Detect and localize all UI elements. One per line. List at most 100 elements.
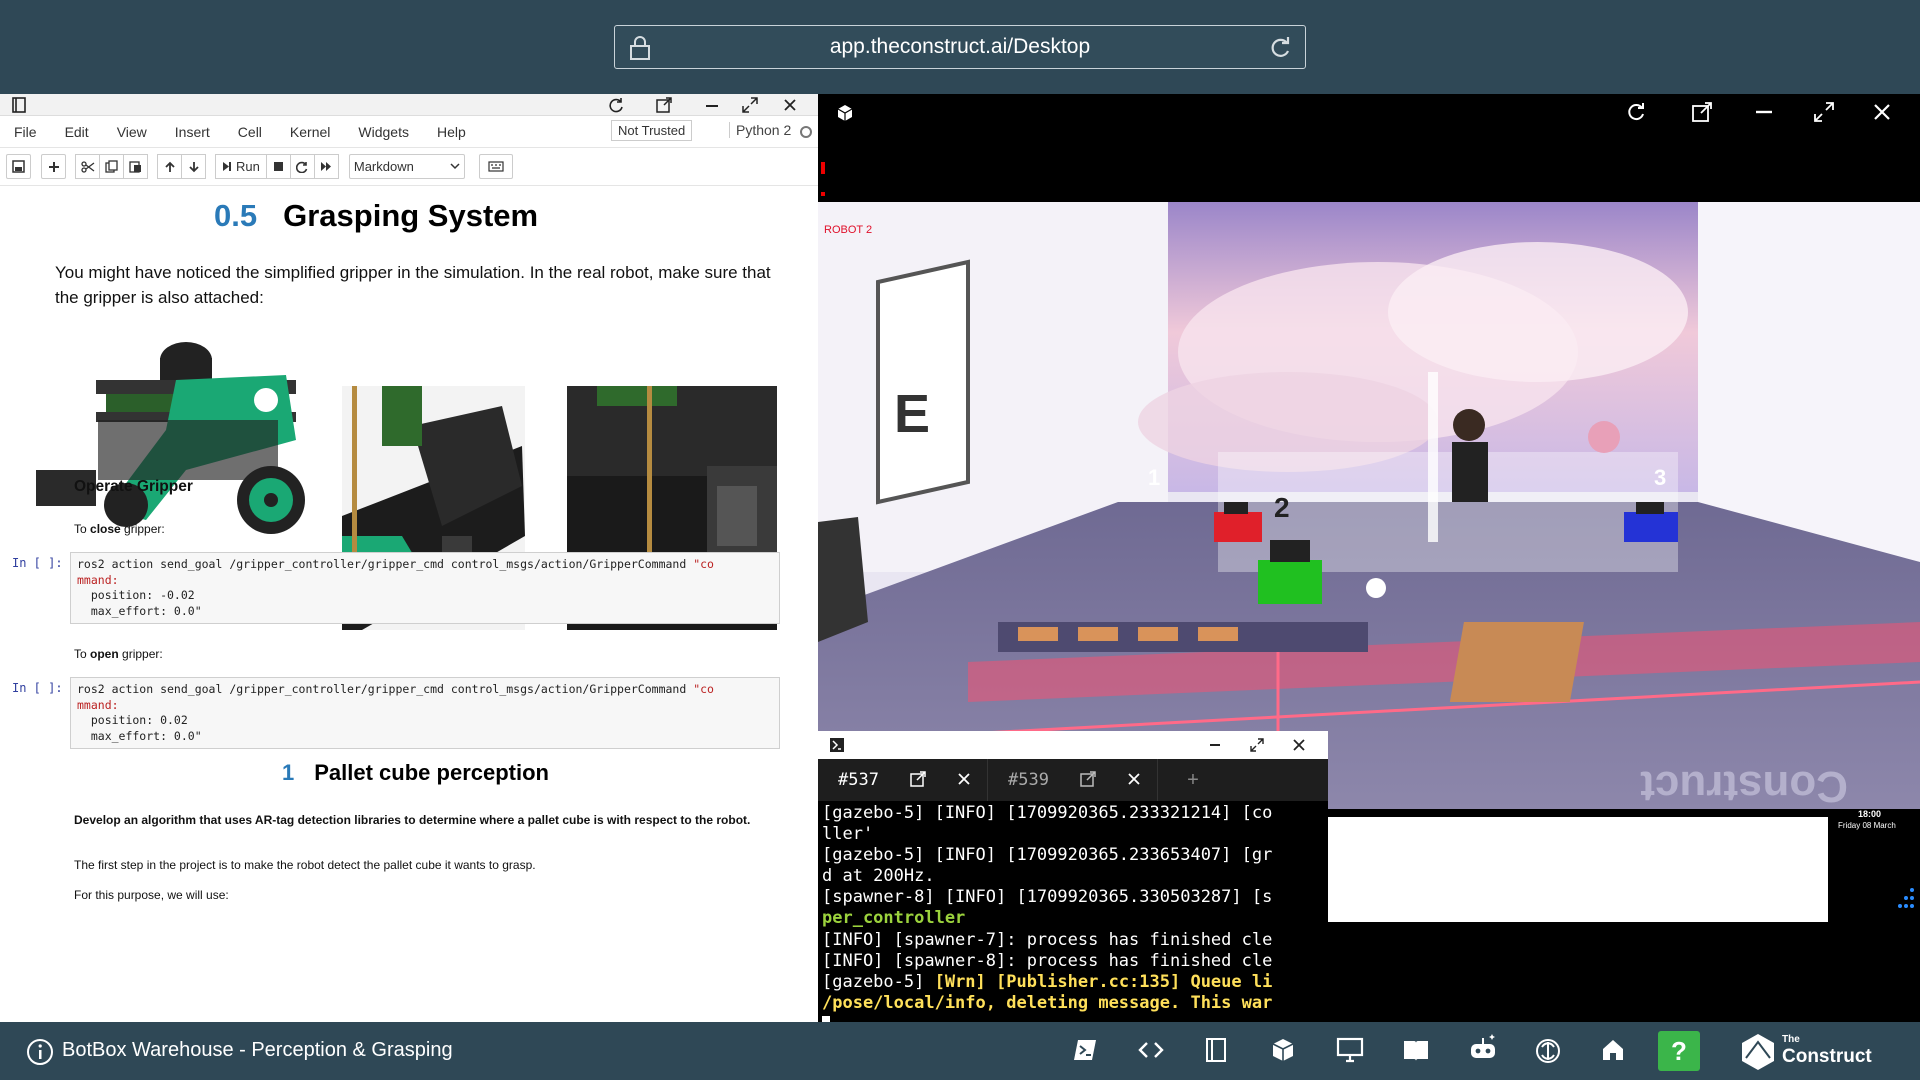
bottom-taskbar: BotBox Warehouse - Perception & Grasping… xyxy=(0,1022,1920,1080)
terminal-line: d at 200Hz. xyxy=(822,866,935,887)
brand-top-text: The xyxy=(1782,1034,1800,1045)
help-button[interactable]: ? xyxy=(1658,1031,1700,1071)
subsection-title: Pallet cube perception xyxy=(314,760,549,785)
terminal-window: #537 #539 + [gazebo-5] [INFO] [170992036… xyxy=(818,731,1328,1022)
close-icon[interactable] xyxy=(1872,102,1892,122)
kernel-status-icon xyxy=(800,126,812,138)
minimize-icon[interactable] xyxy=(1754,102,1774,122)
intro-paragraph: You might have noticed the simplified gr… xyxy=(55,263,771,307)
terminal-line: [gazebo-5] [INFO] [1709920365.233321214]… xyxy=(822,803,1273,823)
robot-2[interactable] xyxy=(1258,560,1322,604)
code-cell-close[interactable]: ros2 action send_goal /gripper_controlle… xyxy=(70,552,780,624)
open-external-icon[interactable] xyxy=(656,97,672,113)
add-tab-button[interactable]: + xyxy=(1158,759,1228,801)
marker-2: 2 xyxy=(1274,492,1290,523)
run-all-button[interactable] xyxy=(313,154,339,179)
white-panel xyxy=(1328,817,1828,922)
fast-forward-icon xyxy=(320,162,331,171)
menu-help[interactable]: Help xyxy=(423,124,480,140)
clock-time: 18:00 xyxy=(1858,809,1882,819)
insert-cell-button[interactable] xyxy=(41,154,66,179)
menu-widgets[interactable]: Widgets xyxy=(344,124,423,140)
interrupt-button[interactable] xyxy=(265,154,291,179)
trust-badge[interactable]: Not Trusted xyxy=(611,120,693,141)
close-icon[interactable] xyxy=(782,97,798,113)
the-construct-logo: The Construct xyxy=(1738,1032,1872,1077)
notebook-icon[interactable] xyxy=(1204,1037,1228,1063)
terminal-tab-539[interactable]: #539 xyxy=(988,759,1158,801)
minimize-icon[interactable] xyxy=(704,97,720,113)
subsection-heading: 1 Pallet cube perception xyxy=(282,760,549,786)
terminal-icon[interactable] xyxy=(1072,1037,1098,1063)
terminal-line: [gazebo-5] [INFO] [1709920365.233653407]… xyxy=(822,845,1273,866)
maximize-icon[interactable] xyxy=(1250,738,1264,752)
menu-insert[interactable]: Insert xyxy=(161,124,224,140)
tab-label: #537 xyxy=(838,770,879,790)
cut-button[interactable] xyxy=(75,154,100,179)
command-palette-button[interactable] xyxy=(478,154,513,179)
operate-gripper-heading: Operate Gripper xyxy=(74,478,193,495)
refresh-icon[interactable] xyxy=(1626,102,1646,122)
code-cell-open[interactable]: ros2 action send_goal /gripper_controlle… xyxy=(70,677,780,749)
menu-file[interactable]: File xyxy=(0,124,51,140)
gazebo-cube-icon[interactable] xyxy=(1270,1037,1296,1063)
save-button[interactable] xyxy=(6,154,31,179)
terminal-titlebar xyxy=(818,731,1328,759)
robot-icon[interactable] xyxy=(1468,1032,1498,1062)
cell-type-select[interactable]: Markdown xyxy=(348,154,465,179)
code-editor-icon[interactable] xyxy=(1138,1037,1164,1063)
terminal-tab-537[interactable]: #537 xyxy=(818,759,988,801)
info-icon[interactable] xyxy=(26,1038,54,1066)
notebook-menubar: File Edit View Insert Cell Kernel Widget… xyxy=(0,116,818,148)
task-description: Develop an algorithm that uses AR-tag de… xyxy=(74,813,751,827)
arrow-up-icon xyxy=(164,161,175,172)
monitor-icon[interactable] xyxy=(1336,1037,1364,1063)
cell-prompt: In [ ]: xyxy=(12,556,63,570)
arrow-down-icon xyxy=(188,161,199,172)
notebook-titlebar xyxy=(0,94,818,116)
terminal-line: per_controller xyxy=(822,908,966,929)
robot-1[interactable] xyxy=(1214,512,1262,542)
open-external-icon[interactable] xyxy=(1692,102,1712,122)
terminal-icon xyxy=(830,738,844,752)
top-bar: app.theconstruct.ai/Desktop xyxy=(0,0,1920,94)
minimize-icon[interactable] xyxy=(1208,738,1222,752)
run-label: Run xyxy=(236,159,260,174)
robot-3[interactable] xyxy=(1624,512,1678,542)
open-external-icon[interactable] xyxy=(910,771,926,787)
open-external-icon[interactable] xyxy=(1080,771,1096,787)
simulation-viewport[interactable]: E 1 2 3 Construct xyxy=(818,202,1920,809)
restart-button[interactable] xyxy=(289,154,315,179)
book-icon[interactable] xyxy=(1402,1037,1430,1063)
menu-kernel[interactable]: Kernel xyxy=(276,124,344,140)
terminal-output[interactable]: [gazebo-5] [INFO] [1709920365.233321214]… xyxy=(818,801,1328,1024)
chevron-down-icon xyxy=(450,163,460,170)
close-icon[interactable] xyxy=(1126,771,1142,787)
copy-button[interactable] xyxy=(99,154,124,179)
maximize-icon[interactable] xyxy=(1814,102,1834,122)
refresh-icon[interactable] xyxy=(608,97,624,113)
paste-button[interactable] xyxy=(123,154,148,179)
lock-icon xyxy=(630,36,650,60)
maximize-icon[interactable] xyxy=(742,97,758,113)
terminal-tabs: #537 #539 + xyxy=(818,759,1328,801)
terminal-line: /pose/local/info, deleting message. This… xyxy=(822,992,1273,1013)
home-icon[interactable] xyxy=(1600,1037,1626,1063)
terminal-line: [spawner-8] [INFO] [1709920365.330503287… xyxy=(822,887,1273,908)
address-bar[interactable]: app.theconstruct.ai/Desktop xyxy=(614,25,1306,69)
tab-label: #539 xyxy=(1008,770,1049,790)
menu-view[interactable]: View xyxy=(103,124,161,140)
run-button[interactable]: Run xyxy=(215,154,267,179)
close-icon[interactable] xyxy=(956,771,972,787)
ai-chat-icon[interactable] xyxy=(1534,1037,1562,1065)
menu-edit[interactable]: Edit xyxy=(51,124,103,140)
close-icon[interactable] xyxy=(1292,738,1306,752)
grip-dots-icon[interactable] xyxy=(1894,886,1916,910)
move-down-button[interactable] xyxy=(181,154,206,179)
wall-letter: E xyxy=(894,384,930,444)
menu-cell[interactable]: Cell xyxy=(224,124,276,140)
reload-icon[interactable] xyxy=(1267,34,1293,60)
notebook-toolbar: Run Markdown xyxy=(0,148,818,186)
construct-logo-icon xyxy=(1742,1034,1774,1070)
move-up-button[interactable] xyxy=(157,154,182,179)
